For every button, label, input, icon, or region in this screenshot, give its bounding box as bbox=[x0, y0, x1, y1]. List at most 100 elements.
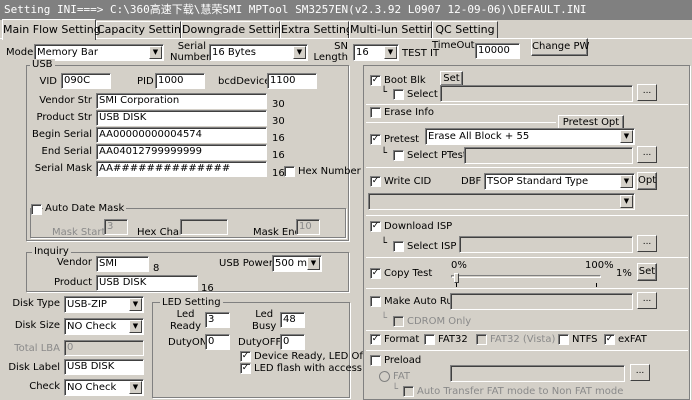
tab-capacity-setting[interactable]: Capacity Setting bbox=[96, 21, 188, 38]
slider-thumb[interactable] bbox=[454, 273, 459, 283]
disk-size-value: NO Check bbox=[67, 321, 117, 332]
device-ready-label: Device Ready, LED Of bbox=[254, 351, 363, 362]
auto-date-mask-checkbox[interactable] bbox=[31, 204, 42, 215]
tab-extra-setting[interactable]: Extra Setting bbox=[280, 21, 353, 38]
fat32-checkbox[interactable] bbox=[424, 334, 435, 345]
device-ready-checkbox[interactable]: ✓ bbox=[240, 351, 251, 362]
tree-branch: └ bbox=[381, 313, 388, 324]
dbf-value: TSOP Standard Type bbox=[487, 176, 589, 187]
product-str-field[interactable]: USB DISK bbox=[96, 110, 267, 126]
duty-off-field[interactable]: 0 bbox=[280, 334, 305, 350]
chevron-down-icon: ▼ bbox=[620, 175, 633, 188]
usb-group-title: USB bbox=[30, 59, 55, 71]
dbf-opt-button[interactable]: Opt bbox=[637, 172, 657, 190]
led-flash-checkbox[interactable]: ✓ bbox=[240, 363, 251, 374]
check-select[interactable]: NO Check ▼ bbox=[64, 379, 144, 396]
preload-browse-button[interactable]: ... bbox=[630, 364, 650, 381]
tree-branch: └ bbox=[381, 87, 388, 98]
download-isp-checkbox[interactable]: ✓ bbox=[370, 221, 381, 232]
begin-serial-field[interactable]: AA00000000004574 bbox=[96, 127, 267, 143]
boot-select-label: Select bbox=[407, 89, 438, 100]
chevron-down-icon: ▼ bbox=[129, 298, 142, 311]
duty-on-field[interactable]: 0 bbox=[205, 334, 230, 350]
pretest-select[interactable]: Erase All Block + 55 ▼ bbox=[425, 128, 635, 145]
auto-run-path[interactable] bbox=[450, 293, 633, 310]
chevron-down-icon: ▼ bbox=[149, 46, 162, 59]
mode-label: Mode bbox=[6, 47, 34, 58]
usb-power-select[interactable]: 500 mA ▼ bbox=[272, 255, 322, 272]
fat-label: FAT bbox=[393, 371, 411, 382]
copy-test-checkbox[interactable]: ✓ bbox=[370, 268, 381, 279]
tab-downgrade-setting[interactable]: Downgrade Setting bbox=[181, 21, 288, 38]
dbf-select[interactable]: TSOP Standard Type ▼ bbox=[484, 173, 635, 190]
mask-end-field[interactable]: 10 bbox=[296, 219, 320, 235]
pid-field[interactable]: 1000 bbox=[155, 73, 205, 89]
auto-transfer-label: Auto Transfer FAT mode to Non FAT mode bbox=[417, 386, 624, 397]
make-auto-run-checkbox[interactable] bbox=[370, 296, 381, 307]
preload-path[interactable] bbox=[450, 365, 625, 382]
cdrom-only-checkbox[interactable] bbox=[393, 316, 404, 327]
boot-blk-set-button[interactable]: Set bbox=[440, 71, 463, 86]
erase-info-checkbox[interactable] bbox=[370, 107, 381, 118]
cid-file-select[interactable]: ▼ bbox=[368, 193, 635, 210]
separator bbox=[366, 215, 688, 216]
total-lba-field[interactable]: 0 bbox=[64, 340, 144, 356]
auto-run-browse-button[interactable]: ... bbox=[637, 292, 657, 309]
bcd-device-field[interactable]: 1100 bbox=[267, 73, 317, 89]
exfat-label: exFAT bbox=[618, 334, 647, 345]
disk-type-select[interactable]: USB-ZIP ▼ bbox=[64, 296, 144, 313]
duty-off-label: DutyOFF bbox=[238, 337, 282, 348]
disk-size-select[interactable]: NO Check ▼ bbox=[64, 318, 144, 335]
end-serial-field[interactable]: AA04012799999999 bbox=[96, 144, 267, 160]
boot-browse-button[interactable]: ... bbox=[637, 84, 657, 101]
select-ptest-path[interactable] bbox=[464, 147, 633, 164]
select-isp-label: Select ISP bbox=[407, 241, 457, 252]
hex-char-field[interactable] bbox=[180, 219, 228, 235]
auto-transfer-checkbox[interactable] bbox=[403, 386, 414, 397]
select-isp-checkbox[interactable] bbox=[393, 241, 404, 252]
check-label: Check bbox=[29, 381, 60, 392]
inquiry-vendor-field[interactable]: SMI bbox=[96, 256, 149, 272]
ptest-browse-button[interactable]: ... bbox=[637, 146, 657, 163]
led-busy-field[interactable]: 48 bbox=[280, 312, 305, 328]
mask-start-field[interactable]: 3 bbox=[104, 219, 128, 235]
disk-type-value: USB-ZIP bbox=[67, 299, 107, 310]
serial-number-select[interactable]: 16 Bytes ▼ bbox=[209, 44, 308, 61]
boot-select-checkbox[interactable] bbox=[393, 89, 404, 100]
boot-blk-checkbox[interactable]: ✓ bbox=[370, 75, 381, 86]
separator bbox=[366, 257, 688, 258]
product-str-length: 30 bbox=[272, 116, 285, 127]
timeout-field[interactable]: 10000 bbox=[475, 43, 520, 59]
fat-radio[interactable] bbox=[379, 371, 390, 382]
format-checkbox[interactable]: ✓ bbox=[370, 334, 381, 345]
write-cid-label: Write CID bbox=[384, 176, 432, 187]
mode-value: Memory Bar bbox=[37, 47, 98, 58]
change-pw-button[interactable]: Change PW bbox=[531, 38, 589, 56]
fat32-vista-checkbox[interactable] bbox=[476, 334, 487, 345]
copy-test-slider[interactable] bbox=[451, 273, 601, 287]
hex-number-label: Hex Number bbox=[298, 166, 361, 177]
vid-field[interactable]: 090C bbox=[61, 73, 111, 89]
tab-qc-setting[interactable]: QC Setting bbox=[432, 21, 498, 38]
write-cid-checkbox[interactable]: ✓ bbox=[370, 176, 381, 187]
boot-select-path[interactable] bbox=[440, 85, 633, 102]
preload-checkbox[interactable] bbox=[370, 355, 381, 366]
tab-main-flow-setting[interactable]: Main Flow Setting bbox=[2, 19, 101, 40]
disk-label-field[interactable]: USB DISK bbox=[64, 359, 144, 375]
tab-multi-lun-setting[interactable]: Multi-lun Setting bbox=[349, 21, 441, 38]
serial-mask-field[interactable]: AA############## bbox=[96, 161, 267, 177]
led-ready-field[interactable]: 3 bbox=[205, 312, 230, 328]
copy-test-set-button[interactable]: Set bbox=[637, 263, 657, 281]
pretest-checkbox[interactable]: ✓ bbox=[370, 134, 381, 145]
inquiry-product-field[interactable]: USB DISK bbox=[96, 275, 198, 291]
separator bbox=[366, 288, 688, 289]
exfat-checkbox[interactable]: ✓ bbox=[604, 334, 615, 345]
select-isp-path[interactable] bbox=[459, 236, 633, 253]
select-ptest-checkbox[interactable] bbox=[393, 150, 404, 161]
ntfs-checkbox[interactable] bbox=[558, 334, 569, 345]
hex-number-checkbox[interactable] bbox=[284, 166, 295, 177]
sn-length-select[interactable]: 16 ▼ bbox=[353, 44, 399, 61]
vendor-str-field[interactable]: SMI Corporation bbox=[96, 93, 267, 109]
isp-browse-button[interactable]: ... bbox=[637, 235, 657, 252]
led-busy-label: Led Busy bbox=[252, 309, 277, 332]
